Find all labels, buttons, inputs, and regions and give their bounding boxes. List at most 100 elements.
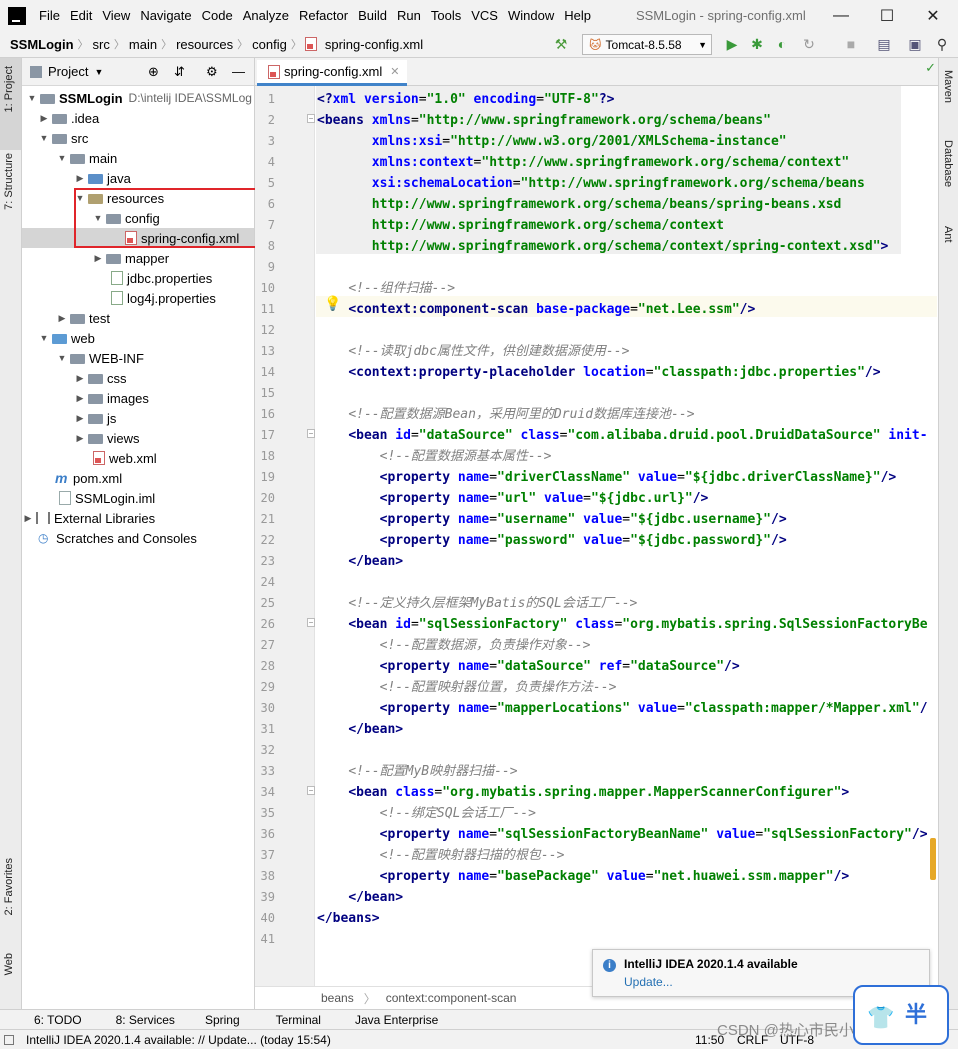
fold-icon[interactable]: − — [307, 618, 315, 627]
breadcrumb-beans[interactable]: beans — [321, 991, 354, 1005]
menu-help[interactable]: Help — [559, 0, 596, 31]
code-line[interactable]: </bean> — [317, 887, 937, 908]
code-line[interactable]: </bean> — [317, 551, 937, 572]
menu-view[interactable]: View — [97, 0, 135, 31]
code-line[interactable]: </bean> — [317, 719, 937, 740]
code-line[interactable]: <context:property-placeholder location="… — [317, 362, 937, 383]
status-message[interactable]: IntelliJ IDEA 2020.1.4 available: // Upd… — [26, 1033, 331, 1047]
tree-item-web[interactable]: ▼ web — [22, 328, 254, 348]
hide-icon[interactable]: — — [232, 64, 245, 79]
code-line[interactable]: <property name="dataSource" ref="dataSou… — [317, 656, 937, 677]
code-line[interactable]: </beans> — [317, 908, 937, 929]
tool-services[interactable]: 8: Services — [116, 1013, 175, 1027]
tab-structure[interactable]: 7: Structure — [3, 153, 15, 210]
chevron-down-icon[interactable]: ▼ — [38, 333, 50, 343]
code-line[interactable] — [317, 740, 937, 761]
coverage-icon[interactable]: ◐ — [773, 35, 791, 53]
code-line[interactable]: <property name="basePackage" value="net.… — [317, 866, 937, 887]
tab-maven[interactable]: Maven — [942, 70, 954, 103]
debug-icon[interactable]: ✱ — [748, 35, 766, 53]
code-line[interactable]: <property name="sqlSessionFactoryBeanNam… — [317, 824, 937, 845]
tab-ant[interactable]: Ant — [942, 226, 954, 243]
code-line[interactable]: <property name="url" value="${jdbc.url}"… — [317, 488, 937, 509]
tree-item-project-root[interactable]: ▼ SSMLogin D:\intelij IDEA\SSMLog — [22, 88, 254, 108]
code-line[interactable] — [317, 383, 937, 404]
menu-navigate[interactable]: Navigate — [135, 0, 196, 31]
tool-todo[interactable]: 6: TODO — [34, 1013, 82, 1027]
tab-database[interactable]: Database — [942, 140, 954, 187]
tree-item-web-inf[interactable]: ▼ WEB-INF — [22, 348, 254, 368]
tree-item-mapper[interactable]: ▶ mapper — [22, 248, 254, 268]
code-line[interactable]: http://www.springframework.org/schema/co… — [317, 215, 937, 236]
menu-edit[interactable]: Edit — [65, 0, 97, 31]
tree-item-css[interactable]: ▶ css — [22, 368, 254, 388]
code-line[interactable] — [317, 572, 937, 593]
code-line[interactable]: xmlns:xsi="http://www.w3.org/2001/XMLSch… — [317, 131, 937, 152]
chevron-down-icon[interactable]: ▼ — [56, 353, 68, 363]
search-icon[interactable]: ⚲ — [933, 35, 951, 53]
crumb-file[interactable]: spring-config.xml — [321, 37, 427, 52]
menu-file[interactable]: File — [34, 0, 65, 31]
close-tab-icon[interactable]: ✕ — [390, 65, 399, 78]
code-line[interactable] — [317, 320, 937, 341]
menu-vcs[interactable]: VCS — [466, 0, 503, 31]
tree-item-iml[interactable]: SSMLogin.iml — [22, 488, 254, 508]
crumb-config[interactable]: config — [248, 37, 291, 52]
code-line[interactable]: <!--配置映射器扫描的根包--> — [317, 845, 937, 866]
menu-tools[interactable]: Tools — [426, 0, 466, 31]
code-line[interactable]: <!--绑定SQL会话工厂--> — [317, 803, 937, 824]
chevron-right-icon[interactable]: ▶ — [92, 253, 104, 264]
code-line[interactable]: <!--配置数据源基本属性--> — [317, 446, 937, 467]
crumb-resources[interactable]: resources — [172, 37, 237, 52]
menu-code[interactable]: Code — [197, 0, 238, 31]
build-hammer-icon[interactable]: ⚒ — [552, 35, 570, 53]
chevron-right-icon[interactable]: ▶ — [74, 433, 86, 444]
chevron-right-icon[interactable]: ▶ — [74, 413, 86, 424]
maximize-button[interactable]: ☐ — [864, 0, 910, 31]
close-button[interactable]: ✕ — [910, 0, 956, 31]
tree-item-views[interactable]: ▶ views — [22, 428, 254, 448]
profile-icon[interactable]: ↻ — [800, 35, 818, 53]
crumb-project[interactable]: SSMLogin — [0, 37, 78, 52]
chevron-right-icon[interactable]: ▶ — [22, 513, 34, 524]
code-line[interactable]: <bean id="sqlSessionFactory" class="org.… — [317, 614, 937, 635]
tree-item-src[interactable]: ▼ src — [22, 128, 254, 148]
code-line[interactable]: http://www.springframework.org/schema/co… — [317, 236, 937, 257]
chevron-down-icon[interactable]: ▼ — [26, 93, 38, 103]
breadcrumb-component-scan[interactable]: context:component-scan — [386, 991, 517, 1005]
fold-icon[interactable]: − — [307, 429, 315, 438]
locate-icon[interactable]: ⊕ — [148, 64, 159, 80]
menu-refactor[interactable]: Refactor — [294, 0, 353, 31]
code-line[interactable]: <?xml version="1.0" encoding="UTF-8"?> — [317, 89, 937, 110]
collapse-all-icon[interactable]: ⇵ — [174, 64, 185, 80]
code-line[interactable]: <property name="username" value="${jdbc.… — [317, 509, 937, 530]
code-line[interactable]: <property name="driverClassName" value="… — [317, 467, 937, 488]
tool-spring[interactable]: Spring — [205, 1013, 240, 1027]
code-line[interactable]: <property name="mapperLocations" value="… — [317, 698, 937, 719]
code-line[interactable]: <!--配置数据源Bean，采用阿里的Druid数据库连接池--> — [317, 404, 937, 425]
tree-item-web-xml[interactable]: web.xml — [22, 448, 254, 468]
tree-item-jdbc-properties[interactable]: jdbc.properties — [22, 268, 254, 288]
project-view-title[interactable]: Project — [48, 64, 88, 79]
stop-icon[interactable]: ■ — [842, 35, 860, 53]
chevron-right-icon[interactable]: ▶ — [56, 313, 68, 324]
tree-item-js[interactable]: ▶ js — [22, 408, 254, 428]
menu-build[interactable]: Build — [353, 0, 392, 31]
code-line[interactable]: <context:component-scan base-package="ne… — [317, 299, 937, 320]
tree-item-test[interactable]: ▶ test — [22, 308, 254, 328]
chevron-right-icon[interactable]: ▶ — [74, 393, 86, 404]
tree-item-java[interactable]: ▶ java — [22, 168, 254, 188]
fold-icon[interactable]: − — [307, 786, 315, 795]
tree-item-images[interactable]: ▶ images — [22, 388, 254, 408]
inspection-ok-icon[interactable]: ✓ — [925, 60, 936, 76]
code-line[interactable]: <!--组件扫描--> — [317, 278, 937, 299]
menu-run[interactable]: Run — [392, 0, 426, 31]
tree-item-scratches[interactable]: ◷ Scratches and Consoles — [22, 528, 254, 548]
scroll-marker[interactable] — [930, 838, 936, 880]
code-line[interactable]: <!--配置映射器位置，负责操作方法--> — [317, 677, 937, 698]
crumb-src[interactable]: src — [89, 37, 114, 52]
presentation-icon[interactable]: ▣ — [906, 35, 924, 53]
code-line[interactable]: <property name="password" value="${jdbc.… — [317, 530, 937, 551]
code-line[interactable]: <bean id="dataSource" class="com.alibaba… — [317, 425, 937, 446]
fold-icon[interactable]: − — [307, 114, 315, 123]
